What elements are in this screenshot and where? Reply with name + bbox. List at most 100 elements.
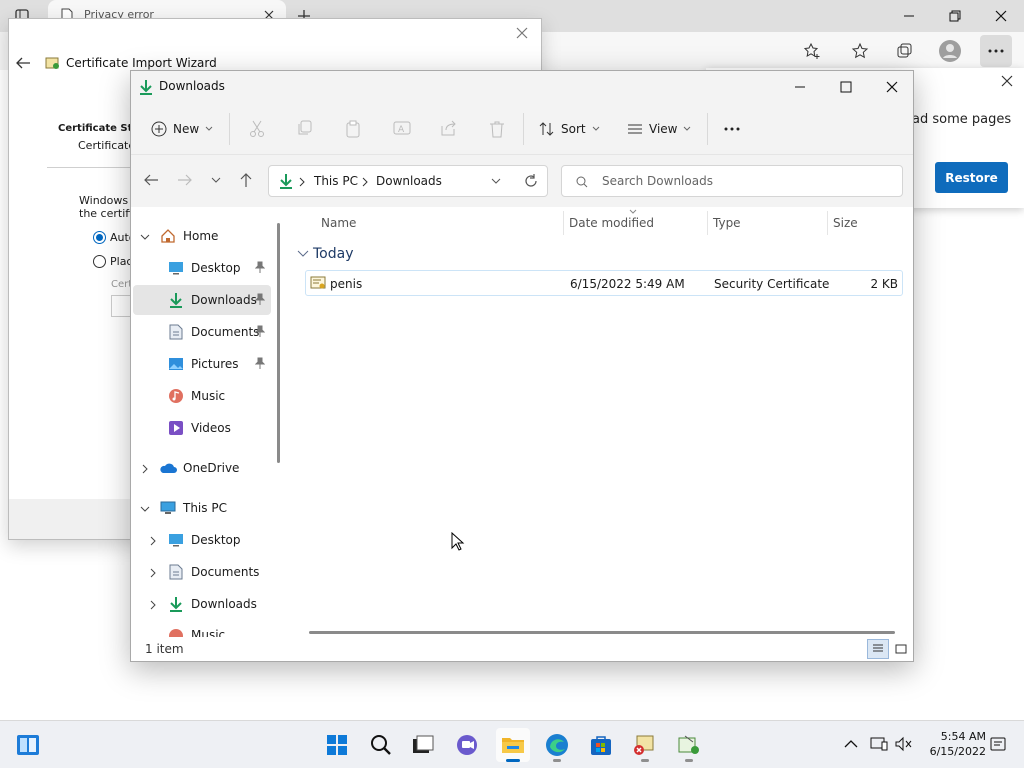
start-icon[interactable] (320, 728, 354, 762)
close-window-button[interactable] (978, 0, 1024, 32)
back-arrow-icon[interactable] (143, 173, 159, 187)
volume-muted-icon[interactable] (894, 736, 912, 752)
nav-quick-music[interactable]: Music (133, 381, 271, 411)
chevron-down-icon[interactable] (139, 231, 151, 243)
column-header-type[interactable]: Type (713, 216, 741, 230)
share-icon[interactable] (441, 120, 457, 136)
column-header-name[interactable]: Name (321, 216, 356, 230)
nav-home[interactable]: Home (159, 221, 275, 251)
explorer-close-button[interactable] (869, 71, 915, 103)
display-icon[interactable] (870, 736, 888, 752)
chevron-right-icon[interactable] (139, 463, 151, 475)
view-button[interactable]: View (621, 113, 697, 145)
chevron-up-icon[interactable] (844, 739, 858, 749)
nav-quick-videos[interactable]: Videos (133, 413, 271, 443)
desktop-icon (167, 259, 185, 277)
chevron-right-icon[interactable] (147, 567, 159, 579)
refresh-icon[interactable] (523, 173, 539, 189)
nav-pc-music[interactable]: Music (167, 621, 275, 637)
nav-scrollbar[interactable] (277, 223, 280, 463)
address-bar[interactable]: This PC Downloads (268, 165, 548, 197)
search-icon[interactable] (364, 728, 398, 762)
chat-icon[interactable] (450, 728, 484, 762)
group-header-today[interactable]: Today (297, 246, 354, 262)
close-popup-icon[interactable] (1000, 74, 1014, 88)
nav-quick-documents[interactable]: Documents (133, 317, 271, 347)
widgets-icon[interactable] (11, 728, 45, 762)
pin-icon[interactable] (255, 293, 265, 305)
breadcrumb-this-pc[interactable]: This PC (314, 174, 358, 188)
settings-more-icon[interactable] (980, 35, 1012, 67)
nav-pc-downloads-label: Downloads (191, 597, 257, 611)
store-icon[interactable] (584, 728, 618, 762)
nav-pc-desktop[interactable]: Desktop (167, 525, 275, 555)
restore-button[interactable]: Restore (935, 162, 1008, 193)
pin-icon[interactable] (255, 357, 265, 369)
radio-unchecked[interactable] (93, 255, 106, 268)
sort-button[interactable]: Sort (533, 113, 606, 145)
nav-pc-music-label: Music (191, 628, 226, 637)
chevron-right-icon[interactable] (147, 535, 159, 547)
explorer-maximize-button[interactable] (823, 71, 869, 103)
nav-pc-desktop-label: Desktop (191, 533, 241, 547)
back-arrow-icon[interactable] (15, 56, 31, 70)
system-clock[interactable]: 5:54 AM 6/15/2022 (918, 729, 986, 759)
forward-arrow-icon[interactable] (177, 173, 193, 187)
nav-quick-pictures[interactable]: Pictures (133, 349, 271, 379)
nav-onedrive[interactable]: OneDrive (159, 453, 275, 483)
profile-avatar-icon[interactable] (934, 35, 966, 67)
chevron-down-icon[interactable] (491, 178, 501, 184)
explorer-title: Downloads (159, 79, 225, 93)
nav-pc-downloads[interactable]: Downloads (167, 589, 275, 619)
search-downloads-input[interactable]: Search Downloads (561, 165, 903, 197)
certificate-manager-icon[interactable] (628, 728, 662, 762)
divider (523, 113, 524, 145)
divider (563, 211, 564, 235)
favorites-icon[interactable] (844, 35, 876, 67)
chevron-down-icon[interactable] (139, 503, 151, 515)
nav-quick-downloads[interactable]: Downloads (133, 285, 271, 315)
paste-icon[interactable] (345, 120, 361, 138)
wizard-title: Certificate Import Wizard (66, 56, 217, 70)
rename-icon[interactable]: A (393, 120, 411, 136)
collections-icon[interactable] (888, 35, 920, 67)
horizontal-scrollbar[interactable] (309, 631, 895, 634)
recent-locations-chevron-icon[interactable] (211, 177, 221, 183)
more-options-icon[interactable] (723, 126, 741, 132)
chevron-right-icon (362, 177, 368, 187)
chevron-down-icon (592, 126, 599, 131)
large-icons-view-icon[interactable] (891, 639, 911, 659)
new-button[interactable]: New (145, 113, 219, 145)
notifications-icon[interactable] (990, 737, 1006, 753)
radio-checked[interactable] (93, 231, 106, 244)
pin-icon[interactable] (255, 325, 265, 337)
up-arrow-icon[interactable] (239, 172, 253, 188)
explorer-minimize-button[interactable] (777, 71, 823, 103)
chevron-down-icon (297, 250, 309, 257)
nav-this-pc[interactable]: This PC (159, 493, 275, 523)
file-explorer-taskbar-icon[interactable] (496, 728, 530, 762)
explorer-title-bar: Downloads (131, 71, 913, 103)
close-wizard-icon[interactable] (516, 27, 528, 39)
cut-icon[interactable] (249, 120, 265, 138)
breadcrumb-downloads[interactable]: Downloads (376, 174, 442, 188)
edge-icon[interactable] (540, 728, 574, 762)
pin-icon[interactable] (255, 261, 265, 273)
delete-icon[interactable] (489, 120, 505, 138)
column-header-date[interactable]: Date modified (569, 216, 654, 230)
restore-window-button[interactable] (932, 0, 978, 32)
column-header-size[interactable]: Size (833, 216, 858, 230)
add-favorite-icon[interactable] (796, 35, 828, 67)
chevron-right-icon[interactable] (147, 599, 159, 611)
onedrive-icon (159, 459, 177, 477)
nav-quick-desktop[interactable]: Desktop (133, 253, 271, 283)
details-view-icon[interactable] (867, 639, 889, 659)
chevron-right-icon (299, 177, 305, 187)
task-view-icon[interactable] (406, 728, 440, 762)
certificate-wizard-taskbar-icon[interactable] (672, 728, 706, 762)
nav-pc-documents[interactable]: Documents (167, 557, 275, 587)
file-row[interactable]: penis 6/15/2022 5:49 AM Security Certifi… (305, 270, 903, 296)
copy-icon[interactable] (297, 120, 313, 136)
active-indicator (506, 759, 520, 762)
minimize-button[interactable] (886, 0, 932, 32)
